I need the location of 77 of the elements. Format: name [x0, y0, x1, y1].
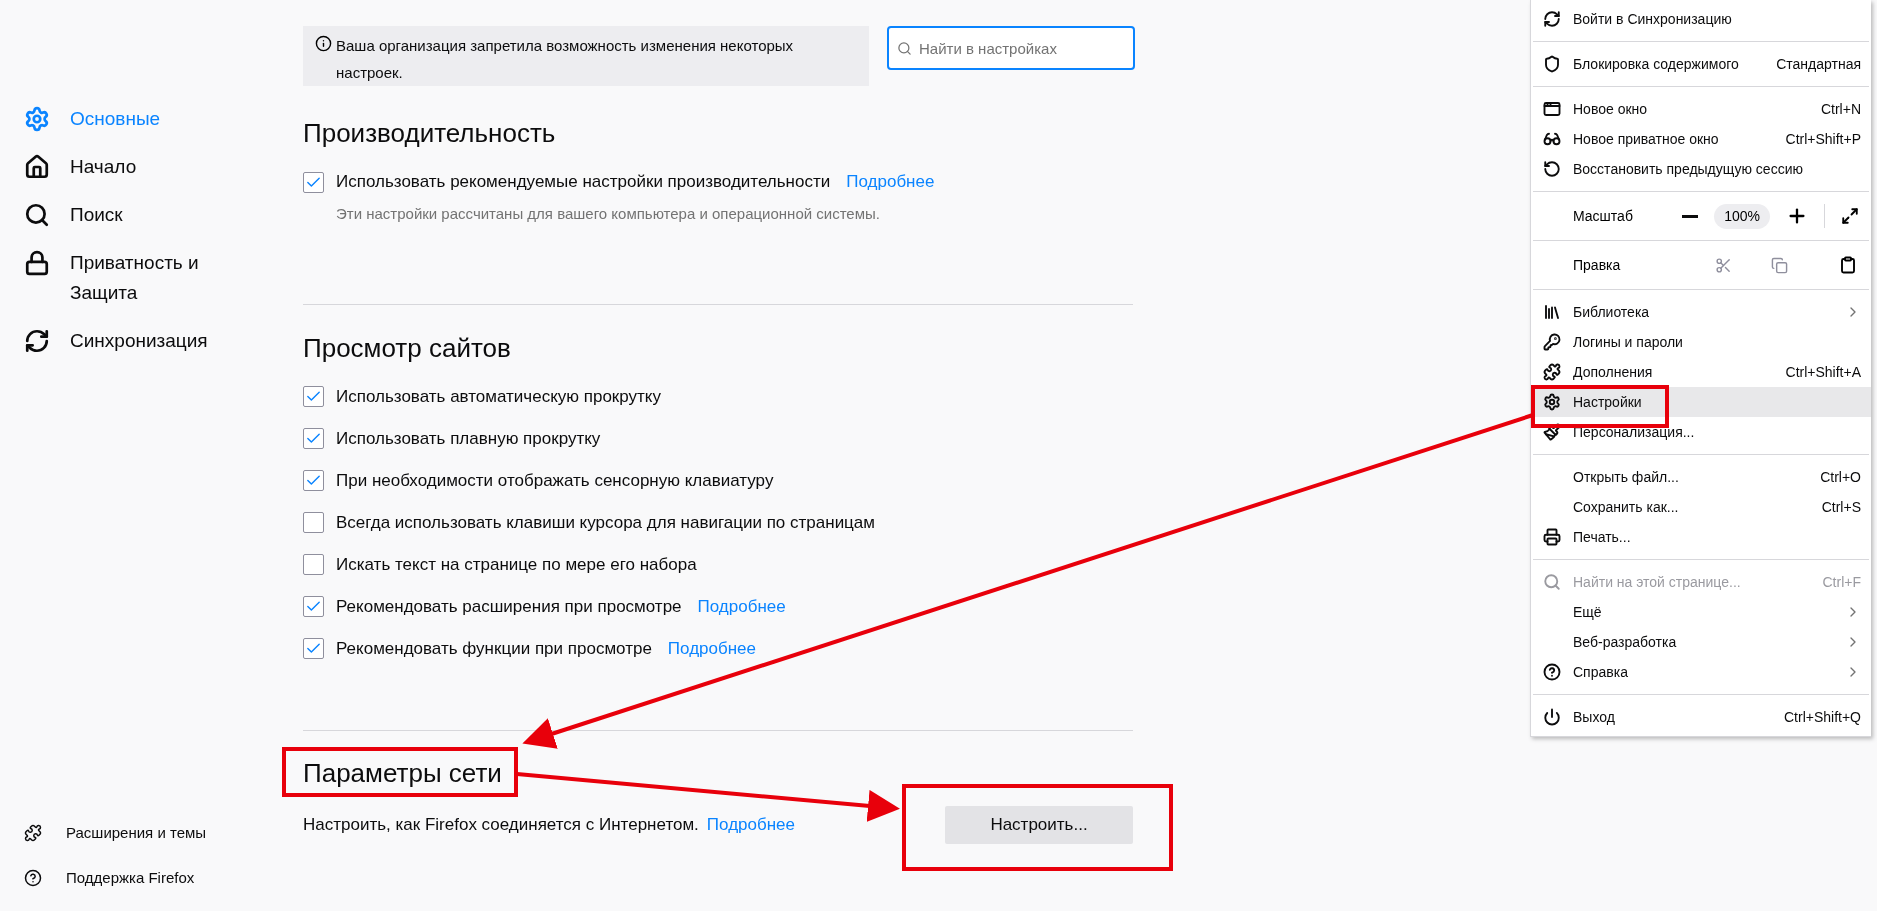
gear-icon [1543, 393, 1561, 411]
sync-icon [1543, 10, 1561, 28]
menu-item[interactable]: Новое окно Ctrl+N [1531, 94, 1871, 124]
menu-item[interactable]: Восстановить предыдущую сессию [1531, 154, 1871, 184]
puzzle-icon [1543, 363, 1561, 381]
home-icon [24, 154, 50, 180]
setting-label: Использовать автоматическую прокрутку [336, 385, 661, 408]
menu-item[interactable]: Блокировка содержимого Стандартная [1531, 49, 1871, 79]
learn-more-link[interactable]: Подробнее [667, 635, 757, 662]
menu-item[interactable]: Персонализация... [1531, 417, 1871, 447]
gear-icon [24, 106, 50, 132]
printer-icon [1543, 528, 1561, 546]
clipboard-icon [1839, 256, 1857, 274]
menu-item[interactable]: Справка [1531, 657, 1871, 687]
zoom-reset-button[interactable]: 100% [1714, 203, 1770, 229]
menu-item[interactable]: Библиотека [1531, 297, 1871, 327]
configure-button[interactable]: Настроить... [945, 805, 1133, 844]
policy-notice: Ваша организация запретила возможность изменения некоторых настроек. [303, 26, 869, 86]
search-icon [24, 202, 50, 228]
lock-icon [24, 250, 50, 276]
menu-item[interactable]: Дополнения Ctrl+Shift+A [1531, 357, 1871, 387]
menu-label: Правка [1573, 255, 1622, 275]
menu-item[interactable]: Печать... [1531, 522, 1871, 552]
search-icon [897, 41, 912, 56]
setting-label: Рекомендовать функции при просмотре [336, 637, 652, 660]
power-icon [1543, 708, 1561, 726]
puzzle-icon [24, 824, 42, 843]
checkbox[interactable] [303, 554, 324, 575]
checkbox[interactable] [303, 512, 324, 533]
menu-item[interactable]: Логины и пароли [1531, 327, 1871, 357]
setting-label: Всегда использовать клавиши курсора для навигации по страницам [336, 511, 875, 534]
new-window-icon [1543, 100, 1561, 118]
checkbox[interactable] [303, 171, 324, 193]
sidebar-item[interactable]: Синхронизация [24, 326, 244, 356]
help-icon [1543, 663, 1561, 681]
setting-label: Рекомендовать расширения при просмотре [336, 595, 682, 618]
sidebar-item[interactable]: Приватность и Защита [24, 248, 244, 308]
minus-icon [1682, 214, 1699, 218]
network-description: Настроить, как Firefox соединяется с Интернетом. [303, 813, 699, 836]
library-icon [1543, 303, 1561, 321]
setting-label: Использовать рекомендуемые настройки производительности [336, 171, 831, 194]
menu-item[interactable]: Войти в Синхронизацию [1531, 4, 1871, 34]
section-heading: Просмотр сайтов [303, 331, 512, 365]
learn-more-link[interactable]: Подробнее [706, 811, 795, 838]
menu-item[interactable]: Выход Ctrl+Shift+Q [1531, 702, 1871, 732]
shield-icon [1543, 55, 1561, 73]
help-icon [24, 868, 42, 887]
restore-icon [1543, 160, 1561, 178]
key-icon [1543, 333, 1561, 351]
sync-icon [24, 328, 50, 354]
checkbox[interactable] [303, 596, 324, 617]
search-icon [1543, 573, 1561, 591]
setting-label: При необходимости отображать сенсорную клавиатуру [336, 469, 774, 492]
sidebar-footer-link[interactable]: Поддержка Firefox [24, 866, 303, 889]
menu-label: Масштаб [1573, 206, 1634, 226]
checkbox[interactable] [303, 428, 324, 449]
copy-icon [1770, 256, 1788, 274]
section-heading: Параметры сети [303, 758, 502, 787]
scissors-icon [1714, 256, 1732, 274]
menu-item[interactable]: Открыть файл... Ctrl+O [1531, 462, 1871, 492]
info-icon [315, 35, 332, 52]
sidebar-item[interactable]: Начало [24, 152, 244, 182]
setting-label: Искать текст на странице по мере его набора [336, 553, 697, 576]
expand-icon [1841, 207, 1859, 225]
checkbox[interactable] [303, 386, 324, 407]
setting-label: Использовать плавную прокрутку [336, 427, 601, 450]
section-heading: Производительность [303, 117, 557, 150]
sidebar-footer-link[interactable]: Расширения и темы [24, 822, 303, 845]
menu-item[interactable]: Новое приватное окно Ctrl+Shift+P [1531, 124, 1871, 154]
menu-item[interactable]: Сохранить как... Ctrl+S [1531, 492, 1871, 522]
menu-item[interactable]: Веб-разработка [1531, 627, 1871, 657]
checkbox[interactable] [303, 638, 324, 659]
checkbox[interactable] [303, 470, 324, 491]
setting-hint: Эти настройки рассчитаны для вашего компьютера и операционной системы. [336, 204, 881, 224]
sidebar-item[interactable]: Поиск [24, 200, 244, 230]
menu-item[interactable]: Ещё [1531, 597, 1871, 627]
search-field[interactable]: Найти в настройках [887, 26, 1135, 70]
